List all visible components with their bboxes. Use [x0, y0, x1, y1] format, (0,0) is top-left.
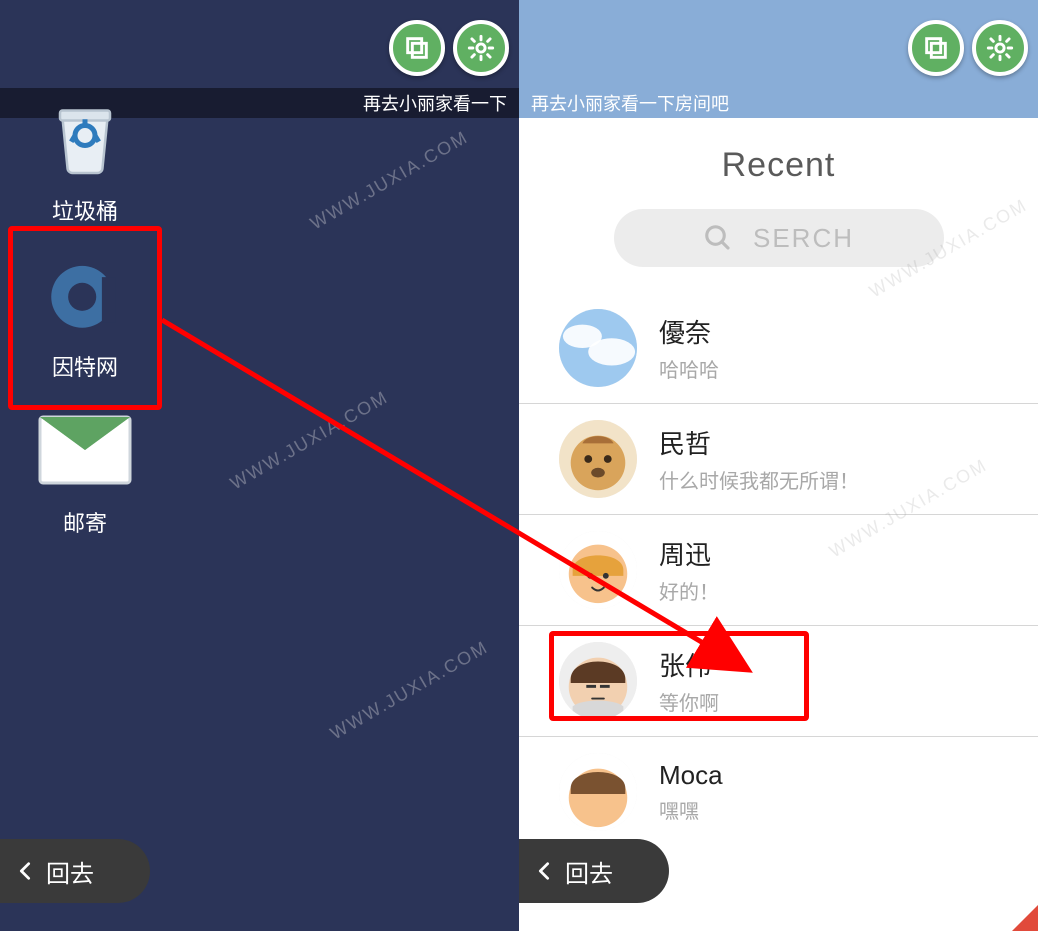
gear-icon: [986, 34, 1014, 62]
desktop-icons: 垃圾桶 因特网 邮寄: [20, 90, 150, 538]
settings-button[interactable]: [453, 20, 509, 76]
layers-icon: [922, 34, 950, 62]
chat-row-zhangwei[interactable]: 张伟 等你啊: [519, 626, 1038, 737]
recent-area: Recent SERCH 優奈 哈哈哈 民哲: [519, 118, 1038, 931]
layers-icon: [403, 34, 431, 62]
internet-item[interactable]: 因特网: [20, 246, 150, 382]
search-icon: [703, 223, 733, 253]
chat-name: 民哲: [659, 424, 859, 461]
back-label: 回去: [46, 854, 94, 889]
chat-header: 再去小丽家看一下房间吧: [519, 0, 1038, 118]
search-input[interactable]: SERCH: [614, 209, 944, 267]
avatar: [559, 642, 637, 720]
chat-msg: 好的！: [659, 576, 719, 605]
trash-icon: [37, 90, 133, 186]
back-label: 回去: [565, 854, 613, 889]
back-button-left[interactable]: 回去: [0, 839, 150, 903]
chat-msg: 什么时候我都无所谓！: [659, 465, 859, 494]
mail-item[interactable]: 邮寄: [20, 402, 150, 538]
chat-name: Moca: [659, 760, 723, 791]
avatar: [559, 309, 637, 387]
avatar: [559, 753, 637, 831]
watermark: WWW.JUXIA.COM: [307, 127, 473, 235]
avatar: [559, 420, 637, 498]
layers-button[interactable]: [389, 20, 445, 76]
recent-title: Recent: [722, 146, 836, 185]
avatar: [559, 531, 637, 609]
chat-msg: 等你啊: [659, 687, 719, 716]
watermark: WWW.JUXIA.COM: [227, 387, 393, 495]
chevron-left-icon: [14, 860, 36, 882]
chat-row-minzhe[interactable]: 民哲 什么时候我都无所谓！: [519, 404, 1038, 515]
settings-button[interactable]: [972, 20, 1028, 76]
chat-row-zhouxun[interactable]: 周迅 好的！: [519, 515, 1038, 626]
corner-marker: [1012, 905, 1038, 931]
internet-label: 因特网: [52, 350, 118, 382]
chat-msg: 哈哈哈: [659, 354, 719, 383]
chat-row-youna[interactable]: 優奈 哈哈哈: [519, 293, 1038, 404]
chat-screen: 再去小丽家看一下房间吧 Recent SERCH 優奈 哈哈哈: [519, 0, 1038, 931]
chat-msg: 嘿嘿: [659, 795, 723, 824]
chat-row-moca[interactable]: Moca 嘿嘿: [519, 737, 1038, 847]
back-button-right[interactable]: 回去: [519, 839, 669, 903]
mail-icon: [37, 402, 133, 498]
chevron-left-icon: [533, 860, 555, 882]
objective-bar-right: 再去小丽家看一下房间吧: [519, 88, 1038, 118]
chat-name: 優奈: [659, 313, 719, 350]
trash-label: 垃圾桶: [52, 194, 118, 226]
desktop-screen: 再去小丽家看一下 垃圾桶 因特网 邮寄 回去 WWW.JUXIA.COM WWW…: [0, 0, 519, 931]
hud-buttons: [389, 20, 509, 76]
gear-icon: [467, 34, 495, 62]
objective-text: 再去小丽家看一下: [363, 90, 507, 116]
layers-button[interactable]: [908, 20, 964, 76]
chat-list: 優奈 哈哈哈 民哲 什么时候我都无所谓！ 周迅 好的: [519, 293, 1038, 847]
watermark: WWW.JUXIA.COM: [327, 637, 493, 745]
search-placeholder: SERCH: [753, 223, 854, 254]
objective-text-r: 再去小丽家看一下房间吧: [531, 90, 729, 116]
chat-name: 张伟: [659, 646, 719, 683]
internet-icon: [37, 246, 133, 342]
trash-item[interactable]: 垃圾桶: [20, 90, 150, 226]
hud-buttons-r: [908, 20, 1028, 76]
chat-name: 周迅: [659, 535, 719, 572]
mail-label: 邮寄: [63, 506, 107, 538]
